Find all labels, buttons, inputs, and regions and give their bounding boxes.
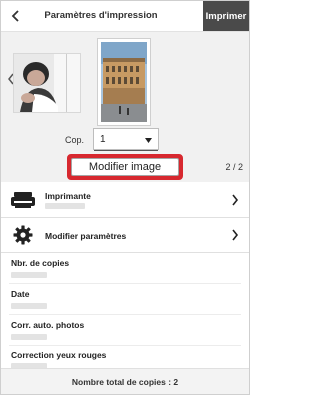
date-value bbox=[11, 303, 47, 309]
copies-count-value bbox=[11, 272, 47, 278]
printer-row[interactable]: Imprimante bbox=[1, 183, 249, 218]
date-label: Date bbox=[11, 289, 30, 299]
modify-settings-label: Modifier paramètres bbox=[45, 231, 127, 241]
app-screen: Paramètres d'impression Imprimer Cop. 1 … bbox=[0, 0, 250, 395]
copies-label: Cop. bbox=[65, 135, 85, 145]
copies-value: 1 bbox=[100, 134, 106, 145]
preview-area: Cop. 1 Modifier image 2 / 2 bbox=[1, 32, 249, 182]
dropdown-arrow-icon bbox=[145, 138, 152, 143]
gear-icon bbox=[13, 225, 33, 245]
divider bbox=[9, 314, 241, 315]
modify-image-button[interactable]: Modifier image bbox=[71, 158, 179, 176]
print-button[interactable]: Imprimer bbox=[203, 1, 249, 31]
chevron-right-icon bbox=[232, 194, 239, 206]
divider bbox=[9, 345, 241, 346]
printer-name-value bbox=[45, 203, 85, 209]
printer-icon bbox=[11, 192, 35, 208]
copies-count-label: Nbr. de copies bbox=[11, 258, 70, 268]
auto-correct-label: Corr. auto. photos bbox=[11, 320, 85, 330]
printer-label: Imprimante bbox=[45, 191, 91, 201]
copies-select[interactable]: 1 bbox=[93, 128, 159, 151]
divider bbox=[9, 283, 241, 284]
settings-summary: Nbr. de copies Date Corr. auto. photos C… bbox=[1, 253, 249, 369]
building-photo-image bbox=[101, 42, 147, 122]
header-bar: Paramètres d'impression Imprimer bbox=[1, 1, 249, 32]
total-copies-footer: Nombre total de copies : 2 bbox=[1, 368, 249, 394]
auto-correct-value bbox=[11, 334, 47, 340]
previous-photo-thumbnail[interactable] bbox=[13, 53, 81, 113]
chevron-right-icon bbox=[232, 229, 239, 241]
modify-settings-row[interactable]: Modifier paramètres bbox=[1, 218, 249, 253]
select-underline bbox=[94, 150, 158, 151]
modify-image-button-highlight[interactable]: Modifier image bbox=[67, 154, 183, 180]
page-title: Paramètres d'impression bbox=[44, 10, 158, 21]
current-photo-thumbnail[interactable] bbox=[97, 38, 151, 126]
red-eye-label: Correction yeux rouges bbox=[11, 350, 107, 360]
page-indicator: 2 / 2 bbox=[225, 162, 243, 172]
child-photo-image bbox=[14, 54, 80, 112]
